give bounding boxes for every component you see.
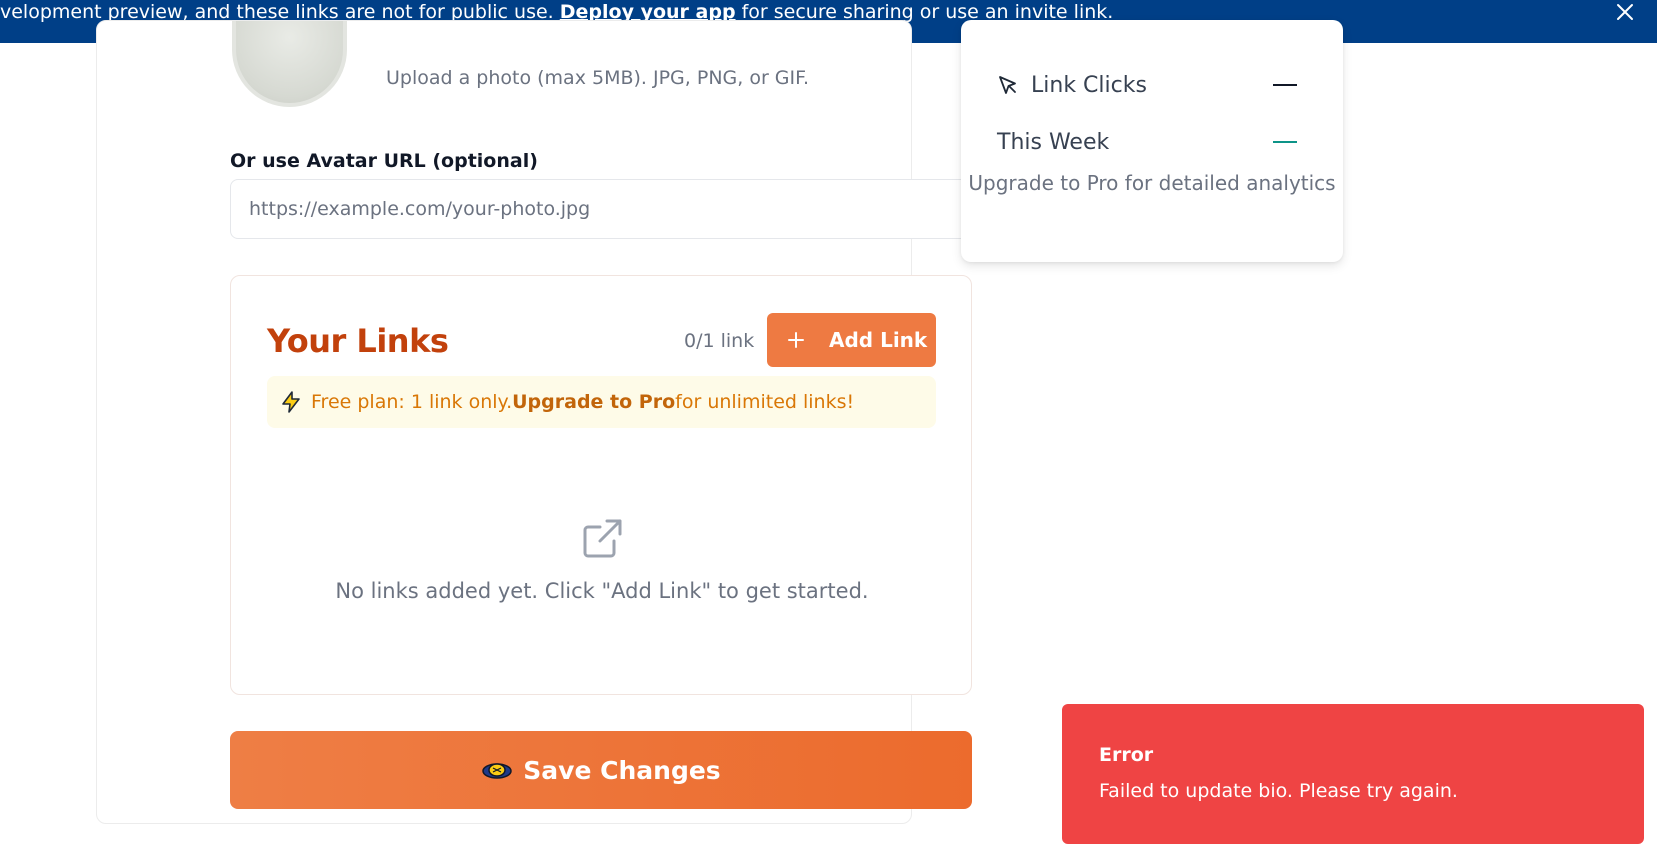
links-title: Your Links bbox=[267, 322, 449, 360]
free-plan-text: Free plan: 1 link only. bbox=[311, 391, 513, 413]
toast-message: Failed to update bio. Please try again. bbox=[1099, 780, 1458, 802]
lightning-icon bbox=[282, 391, 300, 413]
save-changes-button[interactable]: Save Changes bbox=[230, 731, 972, 809]
this-week-row: This Week bbox=[997, 127, 1307, 157]
upload-hint: Upload a photo (max 5MB). JPG, PNG, or G… bbox=[386, 67, 810, 89]
add-link-label: Add Link bbox=[829, 328, 928, 352]
analytics-card: Link Clicks This Week Upgrade to Pro for… bbox=[961, 20, 1343, 262]
this-week-value bbox=[1273, 141, 1297, 143]
cursor-icon bbox=[999, 76, 1016, 94]
empty-links-message: No links added yet. Click "Add Link" to … bbox=[335, 579, 869, 603]
link-clicks-value bbox=[1273, 84, 1297, 86]
save-icon bbox=[482, 763, 513, 779]
avatar[interactable] bbox=[232, 21, 347, 107]
upgrade-analytics-note: Upgrade to Pro for detailed analytics bbox=[968, 171, 1336, 195]
link-clicks-row: Link Clicks bbox=[997, 70, 1307, 100]
links-section: Your Links 0/1 link Add Link Free plan: … bbox=[230, 275, 972, 695]
avatar-url-input[interactable] bbox=[230, 179, 972, 239]
external-link-icon bbox=[583, 519, 622, 558]
links-count: 0/1 link bbox=[684, 330, 755, 352]
profile-editor-card: Upload a photo (max 5MB). JPG, PNG, or G… bbox=[96, 20, 972, 824]
link-clicks-label: Link Clicks bbox=[1031, 72, 1147, 98]
free-plan-notice: Free plan: 1 link only. Upgrade to Pro f… bbox=[267, 376, 936, 428]
save-changes-label: Save Changes bbox=[523, 755, 721, 785]
plus-icon bbox=[788, 332, 804, 348]
toast-title: Error bbox=[1099, 744, 1154, 766]
add-link-button[interactable]: Add Link bbox=[767, 313, 936, 367]
free-plan-suffix: for unlimited links! bbox=[675, 391, 855, 413]
avatar-url-label: Or use Avatar URL (optional) bbox=[230, 150, 538, 172]
this-week-label: This Week bbox=[997, 129, 1110, 155]
error-toast: Error Failed to update bio. Please try a… bbox=[1062, 704, 1644, 844]
upgrade-pro-link[interactable]: Upgrade to Pro bbox=[512, 391, 675, 413]
close-icon[interactable] bbox=[1613, 0, 1637, 24]
